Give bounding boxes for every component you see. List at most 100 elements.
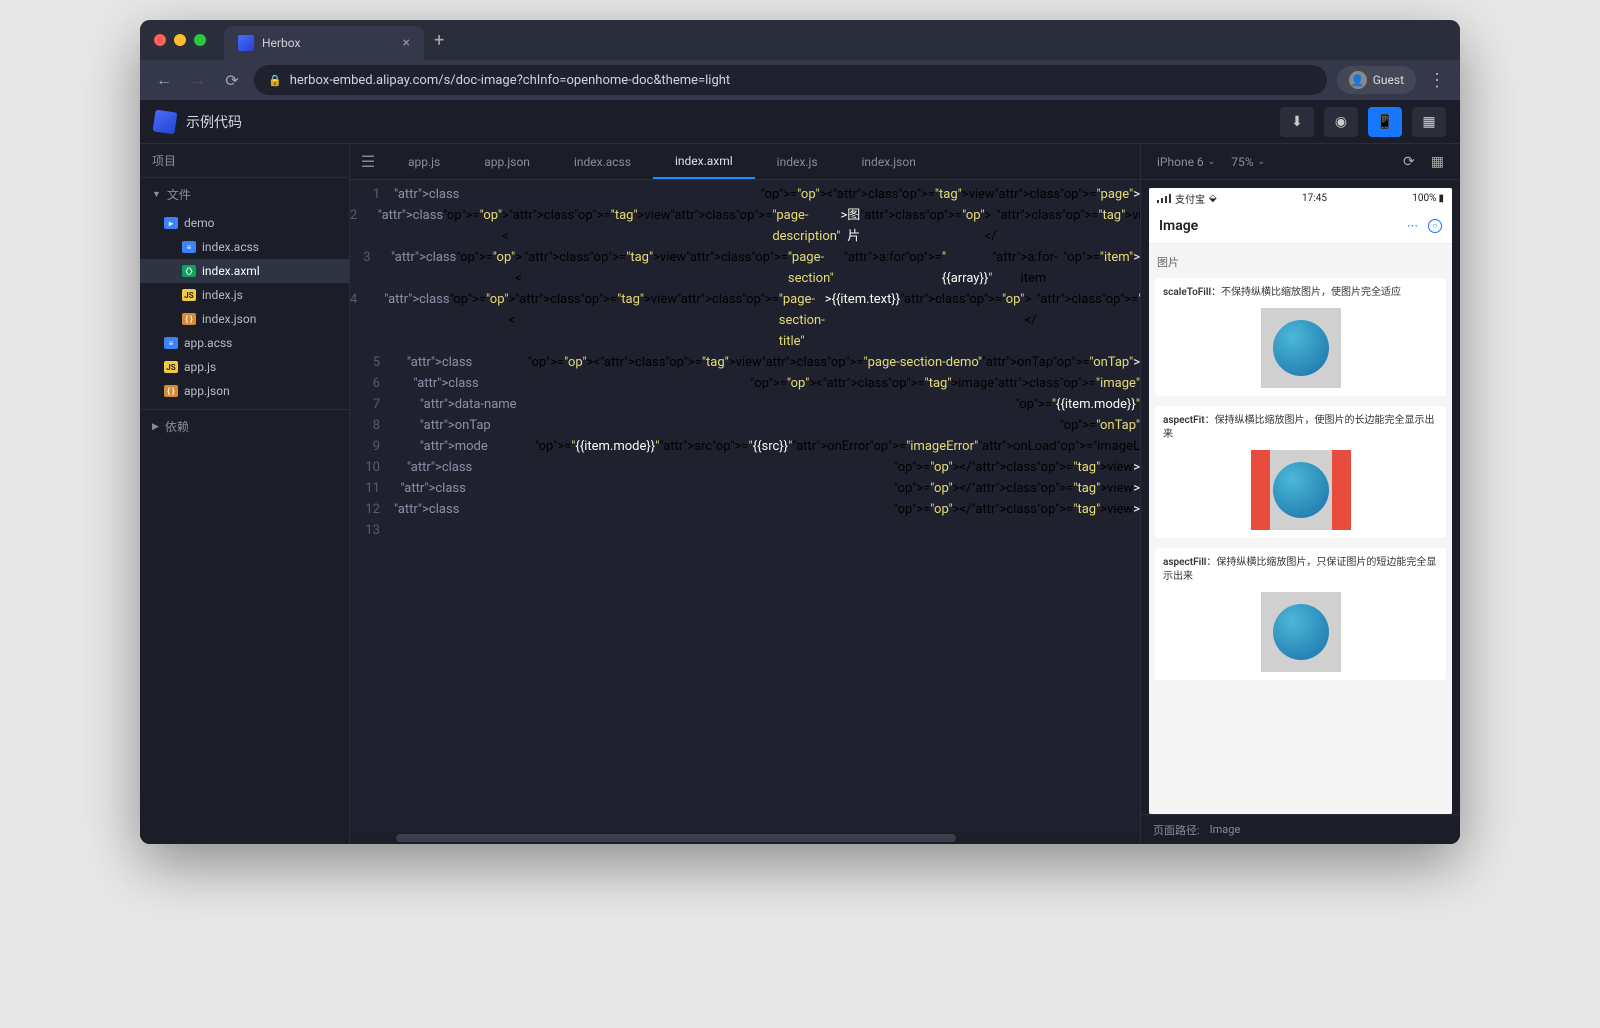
- qrcode-button[interactable]: ◉: [1324, 107, 1358, 137]
- sidebar-files-header[interactable]: ▼ 文件: [140, 178, 349, 211]
- folder-icon: ▸: [164, 217, 178, 229]
- hamburger-icon[interactable]: ☰: [350, 144, 386, 179]
- code-line: 1"attr">class"op">="op"><"attr">class"op…: [350, 184, 1140, 205]
- chevron-down-icon: ⌄: [1257, 157, 1265, 167]
- tab-index-json[interactable]: index.json: [840, 144, 938, 179]
- scrollbar-thumb[interactable]: [396, 834, 956, 842]
- file-index-json[interactable]: { } index.json: [140, 307, 349, 331]
- minimize-window-button[interactable]: [174, 34, 186, 46]
- sidebar-deps-header[interactable]: ▶ 依赖: [140, 409, 349, 443]
- reload-button[interactable]: ⟳: [220, 71, 244, 90]
- device-preview-button[interactable]: 📱: [1368, 107, 1402, 137]
- body-section-label: 图片: [1157, 254, 1444, 270]
- close-window-button[interactable]: [154, 34, 166, 46]
- code-line: 3 "attr">class"op">="op"><"attr">class"o…: [350, 247, 1140, 289]
- json-icon: { }: [182, 313, 196, 325]
- file-app-js[interactable]: JS app.js: [140, 355, 349, 379]
- acss-icon: ≡: [182, 241, 196, 253]
- refresh-preview-button[interactable]: ⟳: [1397, 154, 1421, 170]
- phone-nav-bar: Image ⋯ ○: [1149, 208, 1452, 244]
- address-bar: ← → ⟳ 🔒 herbox-embed.alipay.com/s/doc-im…: [140, 60, 1460, 100]
- app-toolbar: 示例代码 ⬇ ◉ 📱 ▦: [140, 100, 1460, 144]
- code-line: 2 "attr">class"op">="op"><"attr">class"o…: [350, 205, 1140, 247]
- url-text: herbox-embed.alipay.com/s/doc-image?chIn…: [290, 73, 730, 88]
- sidebar: 项目 ▼ 文件 ▸ demo ≡ index.acss 〈〉 index.axm…: [140, 144, 350, 844]
- battery-label: 100%: [1412, 193, 1436, 204]
- code-line: 9 "attr">mode"op">="{{item.mode}}" "attr…: [350, 436, 1140, 457]
- tab-index-js[interactable]: index.js: [755, 144, 840, 179]
- code-line: 11 "attr">class"op">="op"></"attr">class…: [350, 478, 1140, 499]
- card-title: aspectFit：保持纵横比缩放图片，使图片的长边能完全显示出来: [1163, 414, 1438, 442]
- maximize-window-button[interactable]: [194, 34, 206, 46]
- caret-down-icon: ▼: [152, 189, 161, 200]
- browser-menu-button[interactable]: ⋮: [1426, 70, 1448, 91]
- sidebar-deps-label: 依赖: [165, 418, 189, 435]
- code-editor[interactable]: 1"attr">class"op">="op"><"attr">class"op…: [350, 180, 1140, 832]
- preview-panel: iPhone 6 ⌄ 75% ⌄ ⟳ ▦ 支付宝 ⬙: [1140, 144, 1460, 844]
- js-icon: JS: [182, 289, 196, 301]
- tab-index-axml[interactable]: index.axml: [653, 144, 755, 179]
- favicon-icon: [238, 35, 254, 51]
- code-line: 7 "attr">data-name"op">="{{item.mode}}": [350, 394, 1140, 415]
- tab-index-acss[interactable]: index.acss: [552, 144, 653, 179]
- code-line: 10 "attr">class"op">="op"></"attr">class…: [350, 457, 1140, 478]
- tab-app-json[interactable]: app.json: [462, 144, 552, 179]
- app-logo-icon: [153, 109, 178, 134]
- folder-demo[interactable]: ▸ demo: [140, 211, 349, 235]
- file-app-acss[interactable]: ≡ app.acss: [140, 331, 349, 355]
- device-selector[interactable]: iPhone 6 ⌄: [1151, 155, 1221, 169]
- footer-path-value: Image: [1210, 823, 1241, 836]
- file-index-axml[interactable]: 〈〉 index.axml: [140, 259, 349, 283]
- profile-button[interactable]: 👤 Guest: [1337, 66, 1416, 94]
- file-label: index.js: [202, 288, 243, 302]
- forward-button[interactable]: →: [186, 70, 210, 90]
- zoom-selector[interactable]: 75% ⌄: [1225, 155, 1271, 169]
- code-line: 5 "attr">class"op">="op"><"attr">class"o…: [350, 352, 1140, 373]
- zoom-label: 75%: [1231, 155, 1253, 169]
- phone-status-bar: 支付宝 ⬙ 17:45 100% ▮: [1149, 188, 1452, 208]
- sidebar-project-label: 项目: [140, 144, 349, 178]
- preview-toolbar: iPhone 6 ⌄ 75% ⌄ ⟳ ▦: [1141, 144, 1460, 180]
- file-index-js[interactable]: JS index.js: [140, 283, 349, 307]
- code-line: 12"attr">class"op">="op"></"attr">class"…: [350, 499, 1140, 520]
- url-field[interactable]: 🔒 herbox-embed.alipay.com/s/doc-image?ch…: [254, 65, 1327, 95]
- demo-image: [1251, 450, 1351, 530]
- browser-tab[interactable]: Herbox ×: [224, 26, 424, 60]
- image-mode-card: aspectFit：保持纵横比缩放图片，使图片的长边能完全显示出来: [1155, 406, 1446, 538]
- battery-icon: ▮: [1438, 193, 1444, 204]
- signal-icon: [1157, 194, 1171, 203]
- device-label: iPhone 6: [1157, 155, 1204, 169]
- phone-body[interactable]: 图片 scaleToFill：不保持纵横比缩放图片，使图片完全适应 aspect…: [1149, 244, 1452, 814]
- caret-right-icon: ▶: [152, 422, 159, 432]
- grid-view-button[interactable]: ▦: [1425, 154, 1450, 170]
- code-line: 8 "attr">onTap"op">="onTap": [350, 415, 1140, 436]
- json-icon: { }: [164, 385, 178, 397]
- wifi-icon: ⬙: [1209, 193, 1217, 204]
- new-tab-button[interactable]: +: [434, 30, 444, 51]
- preview-footer: 页面路径: Image: [1141, 814, 1460, 844]
- acss-icon: ≡: [164, 337, 178, 349]
- file-app-json[interactable]: { } app.json: [140, 379, 349, 403]
- browser-window: Herbox × + ← → ⟳ 🔒 herbox-embed.alipay.c…: [140, 20, 1460, 844]
- download-button[interactable]: ⬇: [1280, 107, 1314, 137]
- main-area: 项目 ▼ 文件 ▸ demo ≡ index.acss 〈〉 index.axm…: [140, 144, 1460, 844]
- file-label: index.json: [202, 312, 256, 326]
- close-tab-icon[interactable]: ×: [403, 35, 410, 51]
- file-label: app.acss: [184, 336, 232, 350]
- target-icon[interactable]: ○: [1428, 219, 1442, 233]
- browser-tab-title: Herbox: [262, 36, 395, 50]
- layout-grid-button[interactable]: ▦: [1412, 107, 1446, 137]
- file-label: app.js: [184, 360, 216, 374]
- more-icon[interactable]: ⋯: [1407, 219, 1418, 233]
- profile-label: Guest: [1373, 73, 1404, 87]
- tab-app-js[interactable]: app.js: [386, 144, 462, 179]
- editor-tab-bar: ☰ app.js app.json index.acss index.axml …: [350, 144, 1140, 180]
- sidebar-files-label: 文件: [167, 186, 191, 203]
- back-button[interactable]: ←: [152, 70, 176, 90]
- file-index-acss[interactable]: ≡ index.acss: [140, 235, 349, 259]
- horizontal-scrollbar[interactable]: [350, 832, 1140, 844]
- titlebar: Herbox × +: [140, 20, 1460, 60]
- folder-label: demo: [184, 216, 215, 230]
- lock-icon: 🔒: [268, 74, 282, 87]
- file-label: app.json: [184, 384, 230, 398]
